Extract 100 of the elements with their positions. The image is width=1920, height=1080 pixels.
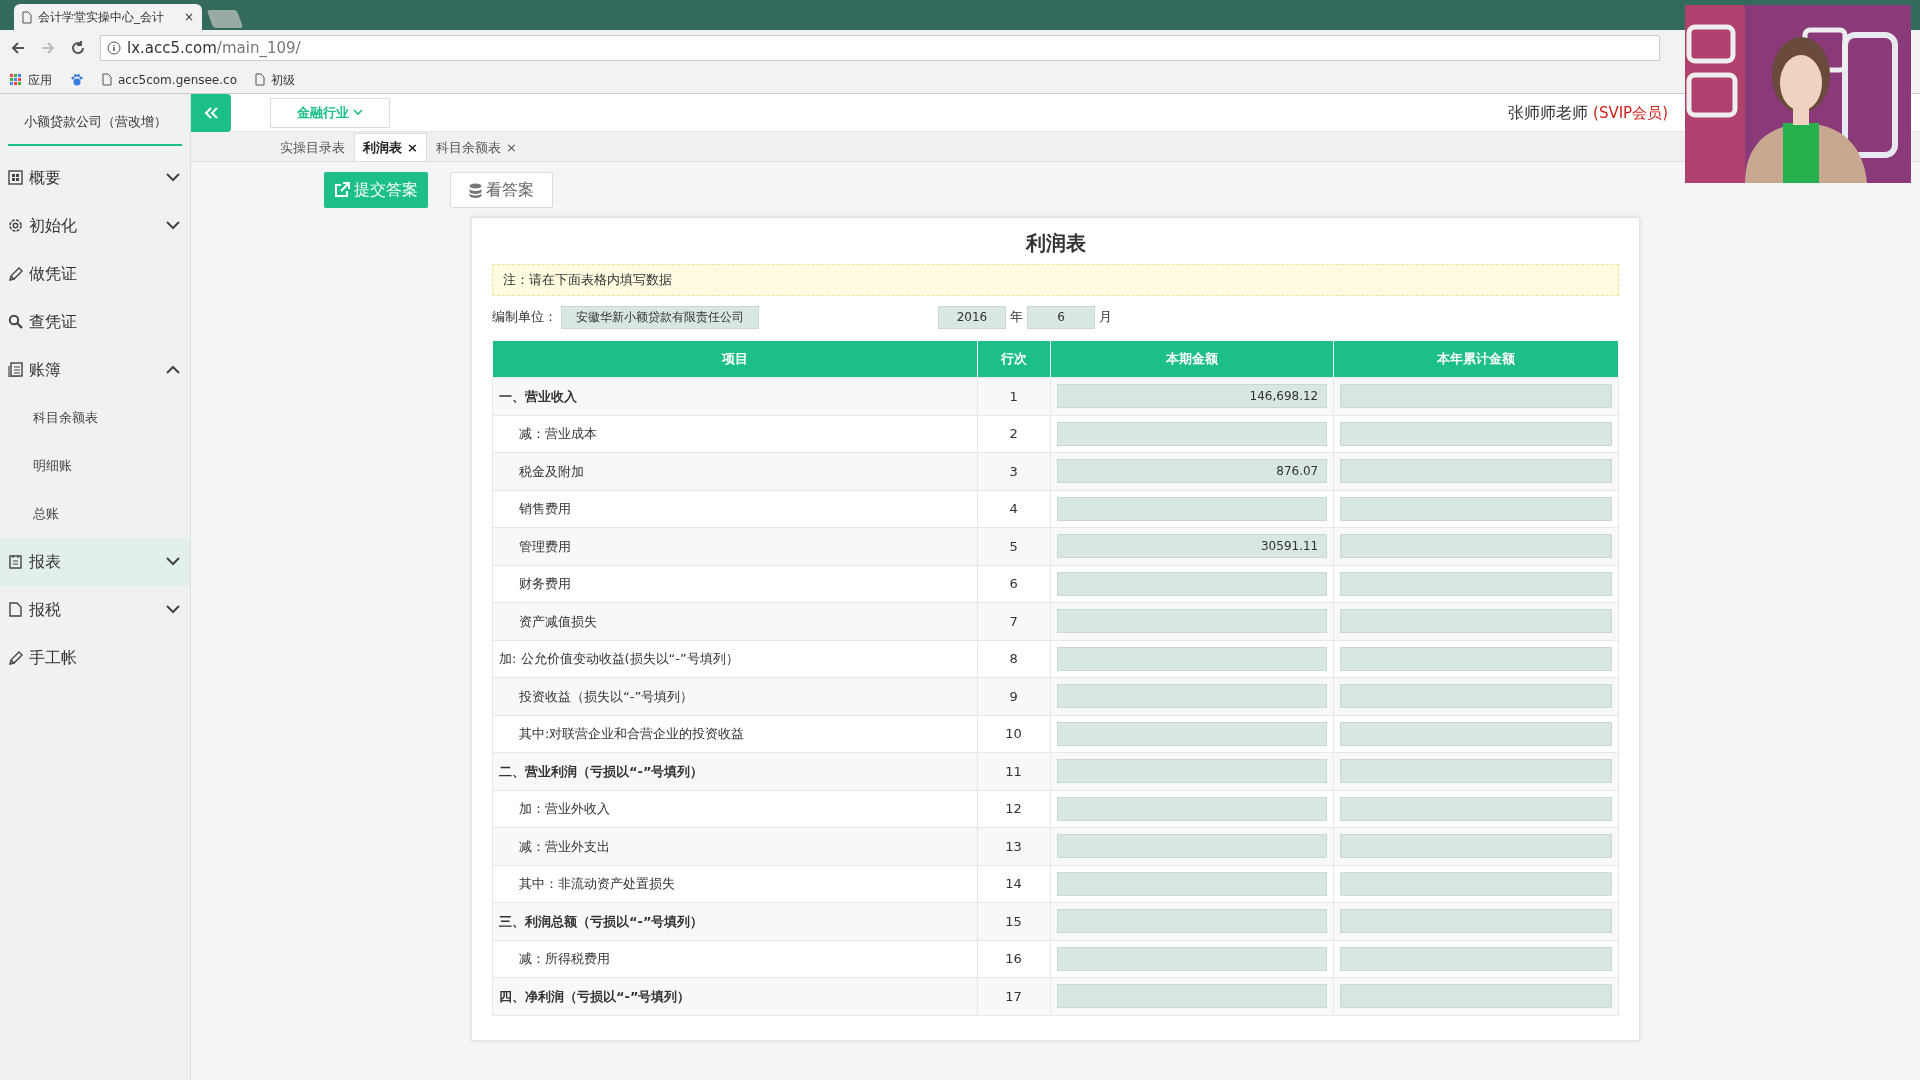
row-label: 投资收益（损失以“-”号填列） <box>492 677 978 715</box>
amount-field[interactable] <box>1340 909 1612 934</box>
bookmark[interactable]: 应用 <box>10 70 52 89</box>
collapse-button[interactable] <box>191 93 231 132</box>
column-header: 本期金额 <box>1050 340 1334 378</box>
answer-button[interactable]: 看答案 <box>450 172 553 208</box>
page-tab[interactable]: 科目余额表 × <box>426 133 526 161</box>
row-label: 税金及附加 <box>492 452 978 490</box>
amount-field[interactable] <box>1340 384 1612 409</box>
amount-field[interactable] <box>1056 834 1328 859</box>
sidebar-item[interactable]: 报表 <box>0 537 190 586</box>
line-number: 11 <box>977 752 1050 790</box>
apps-grid-icon <box>10 73 22 86</box>
amount-field[interactable] <box>1340 571 1612 596</box>
sidebar-subitem[interactable]: 总账 <box>0 489 190 538</box>
amount-field[interactable]: 30591.11 <box>1056 534 1328 559</box>
tab-title: 会计学堂实操中心_会计 <box>38 9 165 26</box>
bookmark[interactable]: acc5com.gensee.co <box>102 70 237 89</box>
tab-close-button[interactable]: × <box>183 8 194 26</box>
browser-tab[interactable]: 会计学堂实操中心_会计 × <box>14 4 202 30</box>
sidebar-item[interactable]: 报税 <box>0 585 190 634</box>
document-icon <box>8 602 23 617</box>
amount-field[interactable] <box>1056 721 1328 746</box>
amount-field[interactable] <box>1056 984 1328 1009</box>
amount-field[interactable] <box>1056 909 1328 934</box>
row-label: 其中：非流动资产处置损失 <box>492 865 978 903</box>
amount-field[interactable] <box>1056 496 1328 521</box>
row-label: 加：营业外收入 <box>492 790 978 828</box>
amount-field[interactable] <box>1340 496 1612 521</box>
line-number: 13 <box>977 827 1050 865</box>
sidebar-item[interactable]: 概要 <box>0 153 190 202</box>
month-field[interactable]: 6 <box>1027 305 1095 329</box>
amount-field[interactable] <box>1056 684 1328 709</box>
sidebar-item[interactable]: 初始化 <box>0 201 190 250</box>
amount-field[interactable] <box>1340 684 1612 709</box>
reload-icon[interactable] <box>70 40 86 56</box>
amount-field[interactable] <box>1340 459 1612 484</box>
tab-close-button[interactable]: × <box>407 137 418 158</box>
amount-field[interactable] <box>1340 759 1612 784</box>
column-header: 本年累计金额 <box>1333 340 1619 378</box>
amount-field[interactable] <box>1056 796 1328 821</box>
line-number: 8 <box>977 640 1050 678</box>
row-label: 其中:对联营企业和合营企业的投资收益 <box>492 715 978 753</box>
address-bar[interactable]: lx.acc5.com/main_109/ <box>100 35 1660 61</box>
row-label: 管理费用 <box>492 527 978 565</box>
page-tab[interactable]: 利润表 × <box>354 133 427 161</box>
row-label: 一、营业收入 <box>492 377 978 415</box>
line-number: 10 <box>977 715 1050 753</box>
tab-close-button[interactable]: × <box>505 137 517 158</box>
pencil-icon <box>8 650 23 665</box>
paw-icon <box>70 72 84 87</box>
amount-field[interactable] <box>1340 609 1612 634</box>
row-label: 三、利润总额（亏损以“-”号填列） <box>492 902 978 940</box>
column-header: 项目 <box>492 340 978 378</box>
amount-field[interactable] <box>1056 646 1328 671</box>
pencil-icon <box>8 266 23 281</box>
bookmark[interactable]: 初级 <box>255 70 295 89</box>
sidebar-item[interactable]: 做凭证 <box>0 249 190 298</box>
amount-field[interactable] <box>1056 759 1328 784</box>
amount-field[interactable] <box>1056 421 1328 446</box>
line-number: 15 <box>977 902 1050 940</box>
amount-field[interactable] <box>1340 534 1612 559</box>
column-header: 行次 <box>977 340 1050 378</box>
amount-field[interactable] <box>1056 571 1328 596</box>
sidebar-item[interactable]: 手工帐 <box>0 633 190 682</box>
line-number: 5 <box>977 527 1050 565</box>
forward-icon[interactable] <box>40 40 56 56</box>
amount-field[interactable]: 146,698.12 <box>1056 384 1328 409</box>
amount-field[interactable] <box>1340 834 1612 859</box>
amount-field[interactable] <box>1340 721 1612 746</box>
company-name: 小额贷款公司（营改增） <box>8 112 182 146</box>
amount-field[interactable] <box>1056 946 1328 971</box>
amount-field[interactable] <box>1056 609 1328 634</box>
page-tab[interactable]: 实操目录表 <box>271 133 354 161</box>
amount-field[interactable] <box>1340 871 1612 896</box>
back-icon[interactable] <box>10 40 26 56</box>
row-label: 减：所得税费用 <box>492 940 978 978</box>
list-icon <box>8 554 23 569</box>
row-label: 减：营业外支出 <box>492 827 978 865</box>
amount-field[interactable] <box>1340 984 1612 1009</box>
sidebar-item[interactable]: 查凭证 <box>0 297 190 346</box>
year-field[interactable]: 2016 <box>938 305 1006 329</box>
line-number: 14 <box>977 865 1050 903</box>
amount-field[interactable] <box>1340 796 1612 821</box>
notice-bar: 注：请在下面表格内填写数据 <box>492 264 1619 296</box>
amount-field[interactable] <box>1056 871 1328 896</box>
amount-field[interactable] <box>1340 646 1612 671</box>
amount-field[interactable]: 876.07 <box>1056 459 1328 484</box>
database-icon <box>469 182 482 198</box>
page-icon <box>255 73 265 86</box>
amount-field[interactable] <box>1340 421 1612 446</box>
amount-field[interactable] <box>1340 946 1612 971</box>
line-number: 12 <box>977 790 1050 828</box>
line-number: 4 <box>977 490 1050 528</box>
sidebar-subitem[interactable]: 科目余额表 <box>0 393 190 442</box>
sidebar-subitem[interactable]: 明细账 <box>0 441 190 490</box>
sidebar-item[interactable]: 账簿 <box>0 345 190 394</box>
unit-field[interactable]: 安徽华新小额贷款有限责任公司 <box>561 305 759 329</box>
new-tab-button[interactable] <box>206 10 244 28</box>
gear-icon <box>8 218 23 233</box>
